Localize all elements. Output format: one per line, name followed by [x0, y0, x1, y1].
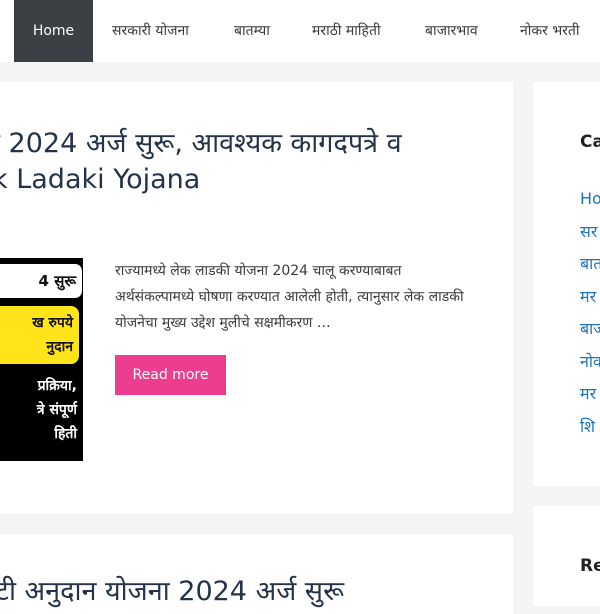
nav-item-sarkari-yojana[interactable]: सरकारी योजना — [112, 0, 189, 62]
article-card: ना 2024 अर्ज सुरू, आवश्यक कागदपत्रे व k … — [0, 82, 513, 514]
category-link[interactable]: नोव — [580, 349, 600, 382]
thumbnail-label-box: 4 सुरू — [0, 264, 82, 298]
sidebar-categories-widget: Ca Ho सर बात मर बाज नोव मर शि — [533, 82, 600, 486]
thumbnail-caption-line1: प्रक्रिया, — [37, 378, 77, 394]
category-link[interactable]: शि — [580, 414, 600, 447]
nav-item-bajarbhav[interactable]: बाजारभाव — [425, 0, 478, 62]
category-link[interactable]: सर — [580, 219, 600, 252]
thumbnail-highlight-line2: नुदान — [46, 339, 73, 355]
article-title-2[interactable]: हिटी अनुदान योजना 2024 अर्ज सुरू — [0, 574, 344, 610]
nav-item-nokar-bharti[interactable]: नोकर भरती — [520, 0, 580, 62]
main-navigation: Home सरकारी योजना बातम्या मराठी माहिती ब… — [0, 0, 600, 62]
article-title-line2[interactable]: k Ladaki Yojana — [0, 162, 513, 198]
category-link[interactable]: मर — [580, 381, 600, 414]
article-thumbnail[interactable]: 4 सुरू ख रुपये नुदान प्रक्रिया, त्रे संप… — [0, 258, 83, 461]
category-link[interactable]: बाज — [580, 316, 600, 349]
thumbnail-caption: प्रक्रिया, त्रे संपूर्ण हिती — [0, 374, 77, 446]
thumbnail-highlight-box: ख रुपये नुदान — [0, 306, 79, 364]
category-link[interactable]: Ho — [580, 186, 600, 219]
category-link[interactable]: बात — [580, 251, 600, 284]
sidebar-recent-widget: Re — [533, 506, 600, 606]
read-more-button[interactable]: Read more — [115, 355, 226, 395]
thumbnail-caption-line3: हिती — [54, 426, 77, 442]
article-excerpt: राज्यामध्ये लेक लाडकी योजना 2024 चालू कर… — [115, 263, 464, 331]
article-title-line1[interactable]: ना 2024 अर्ज सुरू, आवश्यक कागदपत्रे व — [0, 126, 513, 162]
categories-widget-title: Ca — [580, 132, 600, 152]
nav-item-marathi-mahiti[interactable]: मराठी माहिती — [312, 0, 381, 62]
recent-widget-title: Re — [580, 556, 600, 576]
thumbnail-highlight-line1: ख रुपये — [32, 315, 73, 331]
nav-item-home[interactable]: Home — [14, 0, 93, 62]
article-card-2: हिटी अनुदान योजना 2024 अर्ज सुरू — [0, 534, 513, 614]
nav-item-batmya[interactable]: बातम्या — [234, 0, 270, 62]
category-link[interactable]: मर — [580, 284, 600, 317]
article-title[interactable]: ना 2024 अर्ज सुरू, आवश्यक कागदपत्रे व k … — [0, 126, 513, 198]
thumbnail-caption-line2: त्रे संपूर्ण — [36, 402, 77, 418]
categories-list: Ho सर बात मर बाज नोव मर शि — [580, 186, 600, 446]
